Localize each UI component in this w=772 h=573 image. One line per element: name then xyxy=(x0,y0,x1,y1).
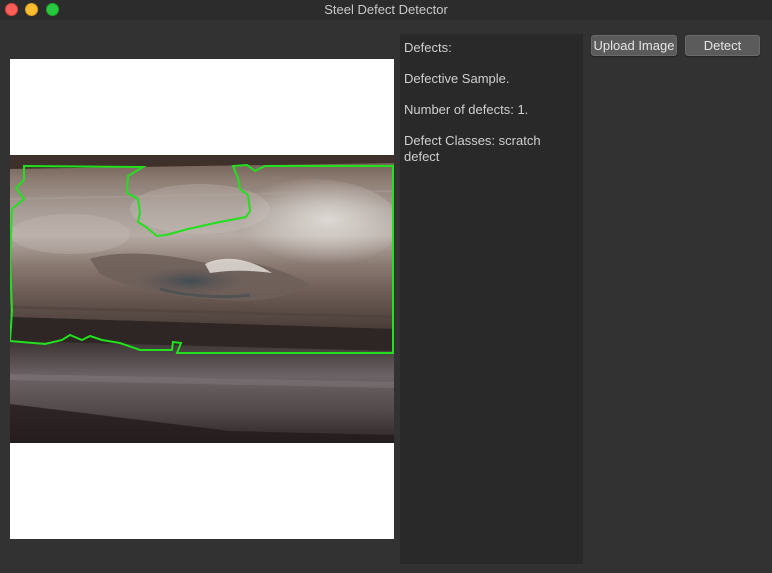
title-bar: Steel Defect Detector xyxy=(0,0,772,20)
sample-status: Defective Sample. xyxy=(404,71,510,86)
image-canvas xyxy=(10,59,394,539)
upload-image-button[interactable]: Upload Image xyxy=(591,35,677,56)
defect-count: Number of defects: 1. xyxy=(404,102,529,117)
window-title: Steel Defect Detector xyxy=(324,2,448,17)
steel-bar-photo xyxy=(10,155,394,443)
defect-classes: Defect Classes: scratch defect xyxy=(404,133,541,164)
defects-heading: Defects: xyxy=(404,40,452,55)
detect-button[interactable]: Detect xyxy=(685,35,760,56)
results-panel: Defects: Defective Sample. Number of def… xyxy=(400,34,583,564)
app-window: Steel Defect Detector Defects: Defective… xyxy=(0,0,772,573)
